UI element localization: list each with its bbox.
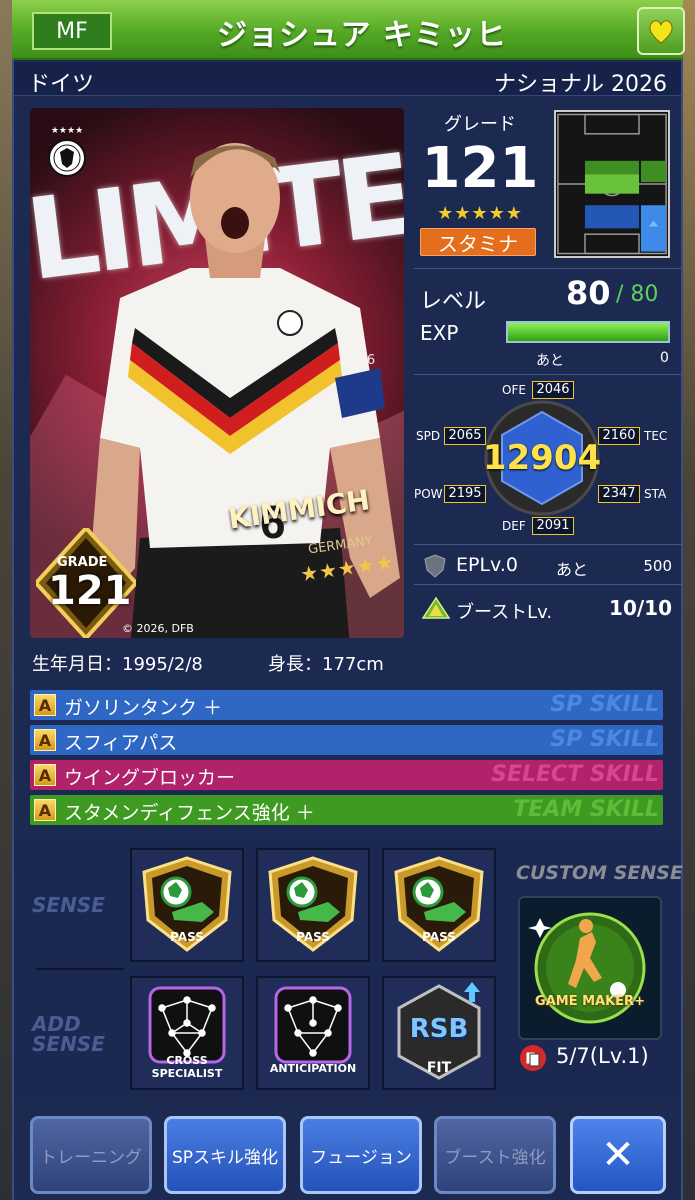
epl-rest-value: 500 [643,557,672,575]
level-max: / 80 [616,282,659,307]
stat-spd: 2065 [444,427,486,445]
player-name: ジョシュア キミッヒ [217,18,507,53]
skill-grade-badge: A [34,729,56,751]
training-button[interactable]: トレーニング [30,1116,152,1194]
skill-row[interactable]: A スフィアパス SP SKILL [30,725,663,755]
custom-sense-count: 5/7(Lv.1) [556,1044,649,1068]
close-icon: ✕ [601,1132,635,1178]
favorite-button[interactable] [637,7,685,55]
boost-value: 10/10 [609,596,672,620]
exp-bar-fill [508,323,668,341]
stat-pow-label: POW [414,487,443,501]
custom-sense-title: CUSTOM SENSE [516,862,683,884]
series-label: ナショナル 2026 [494,72,667,97]
heart-icon [649,20,673,44]
card-copyright: © 2026, DFB [122,622,194,635]
stat-ofe-label: OFE [502,383,526,397]
background-right [681,0,695,1200]
grade-title: グレード [444,114,516,135]
skill-row[interactable]: A ウイングブロッカー SELECT SKILL [30,760,663,790]
sense-slot[interactable]: PASS [256,848,370,962]
total-power: 12904 [482,438,602,478]
sense-slot[interactable]: PASS [382,848,496,962]
skill-name: ガソリンタンク ＋ [64,697,223,719]
skill-grade-badge: A [34,694,56,716]
custom-sense-name: GAME MAKER+ [535,994,645,1009]
exp-label: EXP [420,321,459,345]
sense-slot-label: PASS [422,930,456,944]
player-type-badge: スタミナ [420,228,536,256]
boost-row: ブーストLv. 10/10 [420,594,672,624]
level-label: レベル [420,289,487,314]
skill-name: スフィアパス [64,732,178,754]
fusion-button[interactable]: フュージョン [300,1116,422,1194]
stat-tec: 2160 [598,427,640,445]
add-sense-slot[interactable]: CROSS SPECIALIST [130,976,244,1090]
sub-header: ドイツ ナショナル 2026 [14,62,681,97]
skill-type: SELECT SKILL [491,762,659,787]
epl-rest-label: あと [556,560,589,579]
position-badge: MF [32,12,112,50]
rsb-label: RSB [409,1014,469,1044]
level-value: 80 [566,274,611,312]
grade-value: 121 [421,136,539,201]
skill-grade-badge: A [34,799,56,821]
fit-label: FIT [426,1060,452,1076]
exp-rest-label: あと [536,353,564,369]
epl-label: EPLv.0 [456,554,518,576]
sense-label: SENSE [32,893,105,917]
stat-pow: 2195 [444,485,486,503]
pyramid-icon [422,596,450,619]
cards-icon [520,1045,546,1071]
skill-type: SP SKILL [550,727,659,752]
card-grade-value: 121 [48,568,132,614]
boost-upgrade-button[interactable]: ブースト強化 [434,1116,556,1194]
sense-slot[interactable]: PASS [130,848,244,962]
skill-name: ウイングブロッカー [64,767,236,789]
position-map [554,110,670,258]
birth-date: 生年月日：1995/2/8 [32,654,203,675]
exp-bar [506,321,670,343]
exp-rest-value: 0 [660,350,669,366]
boost-label: ブーストLv. [456,602,553,623]
skill-row[interactable]: A ガソリンタンク ＋ SP SKILL [30,690,663,720]
skill-grade-badge: A [34,764,56,786]
stat-spd-label: SPD [416,429,441,443]
add-sense-label: ADD SENSE [32,1012,105,1056]
svg-text:★★★★: ★★★★ [51,126,83,136]
sp-skill-upgrade-button[interactable]: SPスキル強化 [164,1116,286,1194]
shield-icon [424,554,446,578]
player-height: 身長：177cm [268,654,384,675]
add-sense-slot[interactable]: ANTICIPATION [256,976,370,1090]
stat-tec-label: TEC [644,429,668,443]
sense-slot-label: PASS [296,930,330,944]
game-maker-sense-icon [528,912,646,1024]
sense-slot-label: PASS [170,930,204,944]
stat-sta-label: STA [644,487,667,501]
add-sense-slot[interactable]: RSB FIT [382,976,496,1090]
stat-def-label: DEF [502,519,526,533]
custom-sense-button[interactable]: GAME MAKER+ [518,896,662,1040]
country-label: ドイツ [28,72,95,97]
skill-name: スタメンディフェンス強化 ＋ [64,802,315,824]
stat-ofe: 2046 [532,381,574,399]
header-bar: MF ジョシュア キミッヒ [12,0,685,60]
skill-type: SP SKILL [550,692,659,717]
skill-type: TEAM SKILL [513,797,659,822]
add-sense-slot-label: ANTICIPATION [269,1062,357,1075]
epl-row: EPLv.0 あと 500 [420,552,672,580]
add-sense-slot-label: CROSS SPECIALIST [151,1054,223,1080]
stat-def: 2091 [532,517,574,535]
grade-stars: ★★★★★ [437,203,523,224]
player-card-image[interactable]: LIMITED 2026 ★★★★ 6 KIMMICH GERMANY ★★★★… [30,108,404,638]
stat-sta: 2347 [598,485,640,503]
close-button[interactable]: ✕ [570,1116,666,1194]
skill-row[interactable]: A スタメンディフェンス強化 ＋ TEAM SKILL [30,795,663,825]
